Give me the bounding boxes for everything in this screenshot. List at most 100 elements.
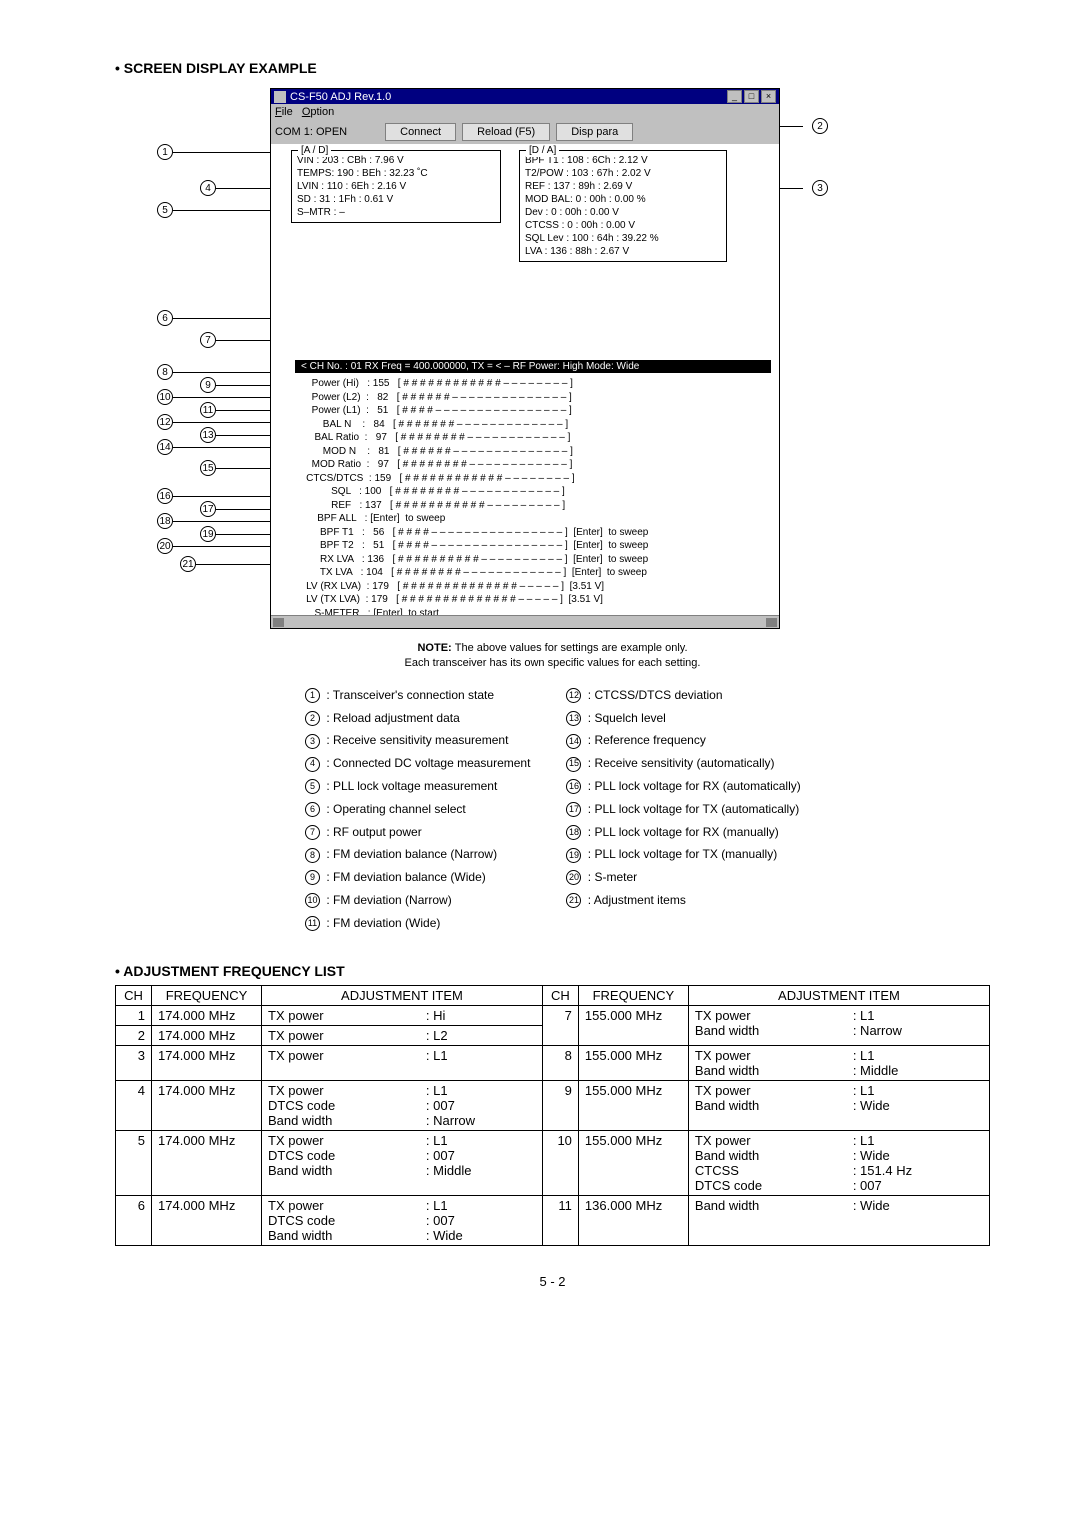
cell: 174.000 MHz	[152, 1130, 262, 1195]
th-adj: ADJUSTMENT ITEM	[262, 985, 543, 1005]
th-ch: CH	[116, 985, 152, 1005]
cell: 155.000 MHz	[578, 1005, 688, 1045]
page-number: 5 - 2	[115, 1274, 990, 1289]
da-title: [D / A]	[526, 144, 559, 157]
callout-6: 6	[157, 310, 173, 326]
cell: TX powerBand width	[688, 1005, 846, 1045]
disp-para-button[interactable]: Disp para	[556, 123, 633, 141]
close-button[interactable]: ×	[761, 90, 776, 103]
cell: TX powerBand widthCTCSSDTCS code	[688, 1130, 846, 1195]
callout-4: 4	[200, 180, 216, 196]
list-row: Power (L2) : 82 [ # # # # # # – – – – – …	[295, 391, 771, 405]
callout-21: 21	[180, 556, 196, 572]
cell: TX powerBand width	[688, 1080, 846, 1130]
cell: 155.000 MHz	[578, 1045, 688, 1080]
callout-5: 5	[157, 202, 173, 218]
cell: 11	[542, 1195, 578, 1245]
callout-12: 12	[157, 414, 173, 430]
ad-line: SD : 31 : 1Fh : 0.61 V	[297, 193, 495, 206]
da-line: SQL Lev : 100 : 64h : 39.22 %	[525, 232, 721, 245]
cell: 9	[542, 1080, 578, 1130]
cell: 8	[542, 1045, 578, 1080]
cell: 136.000 MHz	[578, 1195, 688, 1245]
cell: 5	[116, 1130, 152, 1195]
connect-button[interactable]: Connect	[385, 123, 456, 141]
status-bar: < CH No. : 01 RX Freq = 400.000000, TX =…	[295, 360, 771, 373]
callout-9: 9	[200, 377, 216, 393]
callout-19: 19	[200, 526, 216, 542]
callout-14: 14	[157, 439, 173, 455]
menu-file[interactable]: File	[275, 106, 293, 118]
frequency-table: CH FREQUENCY ADJUSTMENT ITEM CH FREQUENC…	[115, 985, 990, 1246]
list-row: SQL : 100 [ # # # # # # # # – – – – – – …	[295, 485, 771, 499]
ad-line: LVIN : 110 : 6Eh : 2.16 V	[297, 180, 495, 193]
reload-button[interactable]: Reload (F5)	[462, 123, 550, 141]
th-ch: CH	[542, 985, 578, 1005]
cell: 155.000 MHz	[578, 1130, 688, 1195]
callout-11: 11	[200, 402, 216, 418]
list-row: BAL N : 84 [ # # # # # # # – – – – – – –…	[295, 418, 771, 432]
callout-1: 1	[157, 144, 173, 160]
cell: 1	[116, 1005, 152, 1025]
list-row: MOD N : 81 [ # # # # # # – – – – – – – –…	[295, 445, 771, 459]
callout-20: 20	[157, 538, 173, 554]
cell: 7	[542, 1005, 578, 1045]
cell: 6	[116, 1195, 152, 1245]
list-row: TX LVA : 104 [ # # # # # # # # – – – – –…	[295, 566, 771, 580]
menu-option[interactable]: Option	[302, 106, 334, 118]
callout-2: 2	[812, 118, 828, 134]
cell: : L1: Middle	[847, 1045, 990, 1080]
cell: 155.000 MHz	[578, 1080, 688, 1130]
cell: 174.000 MHz	[152, 1195, 262, 1245]
da-line: CTCSS : 0 : 00h : 0.00 V	[525, 219, 721, 232]
da-panel: [D / A] BPF T1 : 108 : 6Ch : 2.12 V T2/P…	[519, 150, 727, 262]
callout-7: 7	[200, 332, 216, 348]
callout-10: 10	[157, 389, 173, 405]
horizontal-scrollbar[interactable]	[271, 615, 779, 628]
cell: TX powerDTCS codeBand width	[262, 1195, 420, 1245]
th-freq: FREQUENCY	[152, 985, 262, 1005]
da-line: LVA : 136 : 88h : 2.67 V	[525, 245, 721, 258]
callout-18: 18	[157, 513, 173, 529]
da-line: Dev : 0 : 00h : 0.00 V	[525, 206, 721, 219]
cell: 174.000 MHz	[152, 1025, 262, 1045]
cell: : L1: 007: Middle	[420, 1130, 542, 1195]
cell: : Hi	[420, 1005, 542, 1025]
window-title: CS-F50 ADJ Rev.1.0	[290, 91, 391, 103]
da-line: MOD BAL: 0 : 00h : 0.00 %	[525, 193, 721, 206]
list-row: BPF T2 : 51 [ # # # # – – – – – – – – – …	[295, 539, 771, 553]
com-status: COM 1: OPEN	[275, 126, 347, 138]
list-row: RX LVA : 136 [ # # # # # # # # # # – – –…	[295, 553, 771, 567]
list-row: BPF ALL : [Enter] to sweep	[295, 512, 771, 526]
callout-8: 8	[157, 364, 173, 380]
minimize-button[interactable]: _	[727, 90, 742, 103]
list-row: CTCS/DTCS : 159 [ # # # # # # # # # # # …	[295, 472, 771, 486]
client-area: [A / D] VIN : 203 : CBh : 7.96 V TEMPS: …	[271, 144, 779, 628]
th-freq: FREQUENCY	[578, 985, 688, 1005]
cell: TX powerDTCS codeBand width	[262, 1130, 420, 1195]
note-text: NOTE: The above values for settings are …	[233, 641, 873, 672]
cell: : L1: Wide: 151.4 Hz: 007	[847, 1130, 990, 1195]
cell: TX powerBand width	[688, 1045, 846, 1080]
cell: : L1	[420, 1045, 542, 1080]
cell: 3	[116, 1045, 152, 1080]
ad-line: TEMPS: 190 : BEh : 32.23 ˚C	[297, 167, 495, 180]
cell: 10	[542, 1130, 578, 1195]
section-heading-2: • ADJUSTMENT FREQUENCY LIST	[115, 963, 990, 979]
list-row: BAL Ratio : 97 [ # # # # # # # # – – – –…	[295, 431, 771, 445]
app-window: CS-F50 ADJ Rev.1.0 _ □ × File Option COM…	[270, 88, 780, 629]
ad-panel: [A / D] VIN : 203 : CBh : 7.96 V TEMPS: …	[291, 150, 501, 223]
da-line: REF : 137 : 89h : 2.69 V	[525, 180, 721, 193]
cell: : L1: 007: Narrow	[420, 1080, 542, 1130]
callout-16: 16	[157, 488, 173, 504]
cell: : L2	[420, 1025, 542, 1045]
cell: TX power	[262, 1045, 420, 1080]
toolbar: COM 1: OPEN Connect Reload (F5) Disp par…	[271, 120, 779, 144]
maximize-button[interactable]: □	[744, 90, 759, 103]
legend-right: 12 : CTCSS/DTCS deviation13 : Squelch le…	[566, 684, 800, 935]
ad-line: S–MTR : –	[297, 206, 495, 219]
cell: 4	[116, 1080, 152, 1130]
ad-title: [A / D]	[298, 144, 331, 157]
callout-15: 15	[200, 460, 216, 476]
menu-bar[interactable]: File Option	[271, 104, 779, 120]
